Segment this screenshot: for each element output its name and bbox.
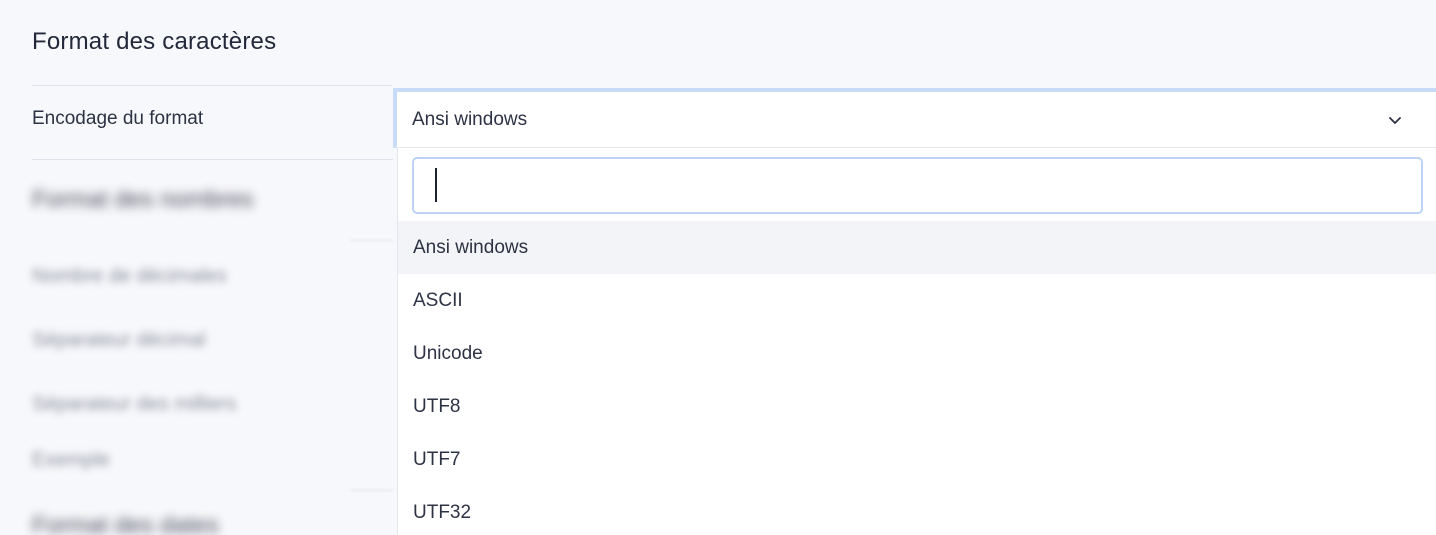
option-ansi-windows[interactable]: Ansi windows <box>398 221 1436 274</box>
option-utf8[interactable]: UTF8 <box>398 380 1436 433</box>
option-ascii[interactable]: ASCII <box>398 274 1436 327</box>
encoding-label: Encodage du format <box>32 108 204 129</box>
text-cursor <box>435 168 437 202</box>
encoding-select[interactable]: Ansi windows <box>393 88 1436 148</box>
chevron-down-icon[interactable] <box>1383 108 1407 132</box>
decimals-label: Nombre de décimales <box>32 265 227 287</box>
thousands-separator-label: Séparateur des milliers <box>32 393 237 415</box>
section-title: Format des caractères <box>32 28 277 55</box>
option-utf7[interactable]: UTF7 <box>398 433 1436 486</box>
option-utf32[interactable]: UTF32 <box>398 486 1436 535</box>
divider <box>32 85 392 86</box>
decimal-separator-label: Séparateur décimal <box>32 329 206 351</box>
encoding-dropdown: Ansi windows ASCII Unicode UTF8 UTF7 UTF… <box>397 148 1436 535</box>
example-label: Exemple <box>32 449 110 471</box>
dates-format-title: Format des dates <box>32 512 219 535</box>
encoding-select-value: Ansi windows <box>412 109 528 130</box>
dropdown-search-input[interactable] <box>412 157 1423 214</box>
numbers-format-title: Format des nombres <box>32 186 254 213</box>
divider <box>350 490 393 491</box>
divider <box>32 159 393 160</box>
divider <box>350 240 393 241</box>
options-list: Ansi windows ASCII Unicode UTF8 UTF7 UTF… <box>398 221 1436 535</box>
option-unicode[interactable]: Unicode <box>398 327 1436 380</box>
